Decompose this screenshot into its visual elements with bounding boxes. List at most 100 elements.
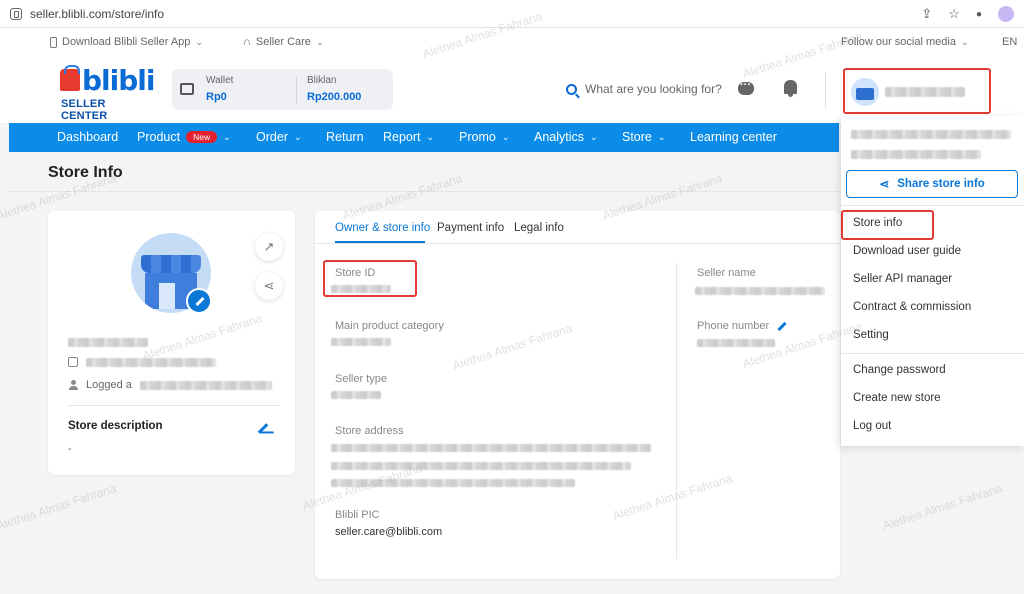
follow-social-link[interactable]: Follow our social media ⌄ <box>841 36 968 48</box>
chevron-down-icon: ⌄ <box>315 36 324 47</box>
nav-return[interactable]: Return <box>326 130 364 144</box>
seller-name-label: Seller name <box>697 267 756 279</box>
extension-dot-icon[interactable]: ● <box>976 9 982 20</box>
store-profile-card: ↗ ⋖ Logged a Store description - <box>48 211 295 475</box>
header-divider <box>825 72 826 108</box>
menu-item-create-new-store[interactable]: Create new store <box>853 392 941 404</box>
edit-logo-button[interactable] <box>186 288 212 314</box>
download-app-label: Download Blibli Seller App <box>62 36 191 48</box>
tabs-divider <box>315 243 840 244</box>
nav-label: Dashboard <box>57 130 119 144</box>
menu-divider <box>841 353 1024 354</box>
search-input[interactable]: What are you looking for? <box>566 82 722 96</box>
seller-type-redacted <box>331 391 381 399</box>
wallet-balance[interactable]: Wallet Rp0 <box>206 75 233 103</box>
share-store-info-button[interactable]: ⋖ Share store info <box>846 170 1018 198</box>
nav-store[interactable]: Store ⌄ <box>622 130 665 144</box>
nav-label: Learning center <box>690 130 777 144</box>
nav-product[interactable]: Product New ⌄ <box>137 130 231 144</box>
seller-care-link[interactable]: ∩ Seller Care ⌄ <box>243 36 323 48</box>
seller-care-label: Seller Care <box>255 36 311 48</box>
logo-subtitle: SELLER CENTER <box>61 98 108 122</box>
profile-icon[interactable] <box>998 6 1014 22</box>
account-name-redacted <box>885 87 965 97</box>
edit-description-icon[interactable] <box>257 423 269 434</box>
logo-word: blibli <box>82 64 155 97</box>
menu-item-contract-commission[interactable]: Contract & commission <box>853 301 971 313</box>
column-divider <box>676 263 677 559</box>
join-date-row <box>68 357 216 367</box>
menu-item-change-password[interactable]: Change password <box>853 364 946 376</box>
nav-dashboard[interactable]: Dashboard <box>57 130 118 144</box>
account-menu-button[interactable] <box>843 68 991 114</box>
store-id-label: Store ID <box>335 267 376 279</box>
follow-social-label: Follow our social media <box>841 36 956 48</box>
store-name-redacted <box>68 338 148 347</box>
wallet-summary: Wallet Rp0 Bliklan Rp200.000 <box>172 69 393 110</box>
download-app-link[interactable]: Download Blibli Seller App ⌄ <box>50 36 203 48</box>
nav-label: Analytics <box>534 130 585 144</box>
share-page-icon[interactable]: ⇪ <box>921 6 932 22</box>
bliklan-value: Rp200.000 <box>307 91 362 103</box>
tab-owner-store-info[interactable]: Owner & store info <box>335 222 430 234</box>
menu-item-download-user-guide[interactable]: Download user guide <box>853 245 961 257</box>
chevron-down-icon: ⌄ <box>501 131 510 142</box>
seller-name-redacted <box>695 287 825 295</box>
menu-item-log-out[interactable]: Log out <box>853 420 891 432</box>
utility-bar: Download Blibli Seller App ⌄ ∩ Seller Ca… <box>0 28 1024 58</box>
watermark: Alethea Almas Fahrana <box>0 481 118 533</box>
tab-legal-info[interactable]: Legal info <box>514 222 564 234</box>
bell-icon[interactable] <box>784 80 797 97</box>
seller-type-label: Seller type <box>335 373 387 385</box>
store-address-redacted-line1 <box>331 444 651 452</box>
nav-promo[interactable]: Promo ⌄ <box>459 130 509 144</box>
nav-label: Return <box>326 130 364 144</box>
share-store-info-label: Share store info <box>897 178 985 190</box>
nav-order[interactable]: Order ⌄ <box>256 130 302 144</box>
wallet-label: Wallet <box>206 75 234 86</box>
language-selector[interactable]: EN ⌄ <box>1002 36 1024 48</box>
avatar <box>851 78 879 106</box>
store-awning-icon <box>141 255 201 273</box>
store-description-label: Store description <box>68 420 163 432</box>
chevron-down-icon: ⌄ <box>223 131 231 142</box>
chevron-down-icon: ⌄ <box>590 131 598 142</box>
join-date-redacted <box>86 357 216 367</box>
tab-payment-info[interactable]: Payment info <box>437 222 504 234</box>
nav-report[interactable]: Report ⌄ <box>383 130 434 144</box>
chat-icon[interactable] <box>738 79 754 95</box>
store-address-redacted-line2 <box>331 462 631 470</box>
menu-divider <box>841 205 1024 206</box>
bliklan-balance[interactable]: Bliklan Rp200.000 <box>307 75 361 103</box>
language-label: EN <box>1002 36 1018 48</box>
nav-analytics[interactable]: Analytics ⌄ <box>534 130 598 144</box>
nav-label: Report <box>383 130 421 144</box>
account-dropdown-menu: ⋖ Share store info Store info Download u… <box>841 116 1024 446</box>
search-placeholder: What are you looking for? <box>585 82 722 96</box>
nav-learning-center[interactable]: Learning center <box>690 130 777 144</box>
phone-icon <box>50 36 57 48</box>
edit-phone-icon[interactable] <box>777 321 787 332</box>
main-nav: Dashboard Product New ⌄ Order ⌄ Return R… <box>9 123 839 152</box>
store-details-card: Owner & store info Payment info Legal in… <box>315 211 840 579</box>
account-id-redacted <box>851 150 981 159</box>
menu-item-seller-api-manager[interactable]: Seller API manager <box>853 273 952 285</box>
main-category-redacted <box>331 338 391 346</box>
blibli-logo[interactable]: blibli SELLER CENTER <box>60 64 155 122</box>
store-address-redacted-line3 <box>331 479 575 487</box>
blibli-pic-label: Blibli PIC <box>335 509 380 521</box>
logged-as-label: Logged a <box>86 379 132 391</box>
store-address-label: Store address <box>335 425 404 437</box>
site-info-icon[interactable] <box>10 7 22 20</box>
bookmark-star-icon[interactable]: ☆ <box>948 6 960 22</box>
chevron-down-icon: ⌄ <box>195 36 203 47</box>
menu-item-store-info[interactable]: Store info <box>853 217 902 229</box>
url-text[interactable]: seller.blibli.com/store/info <box>30 7 164 21</box>
store-door-icon <box>159 283 175 309</box>
open-store-link-icon[interactable]: ↗ <box>255 233 283 261</box>
logged-as-row: Logged a <box>68 379 272 391</box>
logged-as-redacted <box>139 380 272 390</box>
menu-item-setting[interactable]: Setting <box>853 329 889 341</box>
share-icon[interactable]: ⋖ <box>255 272 283 300</box>
store-description-value: - <box>68 443 72 455</box>
